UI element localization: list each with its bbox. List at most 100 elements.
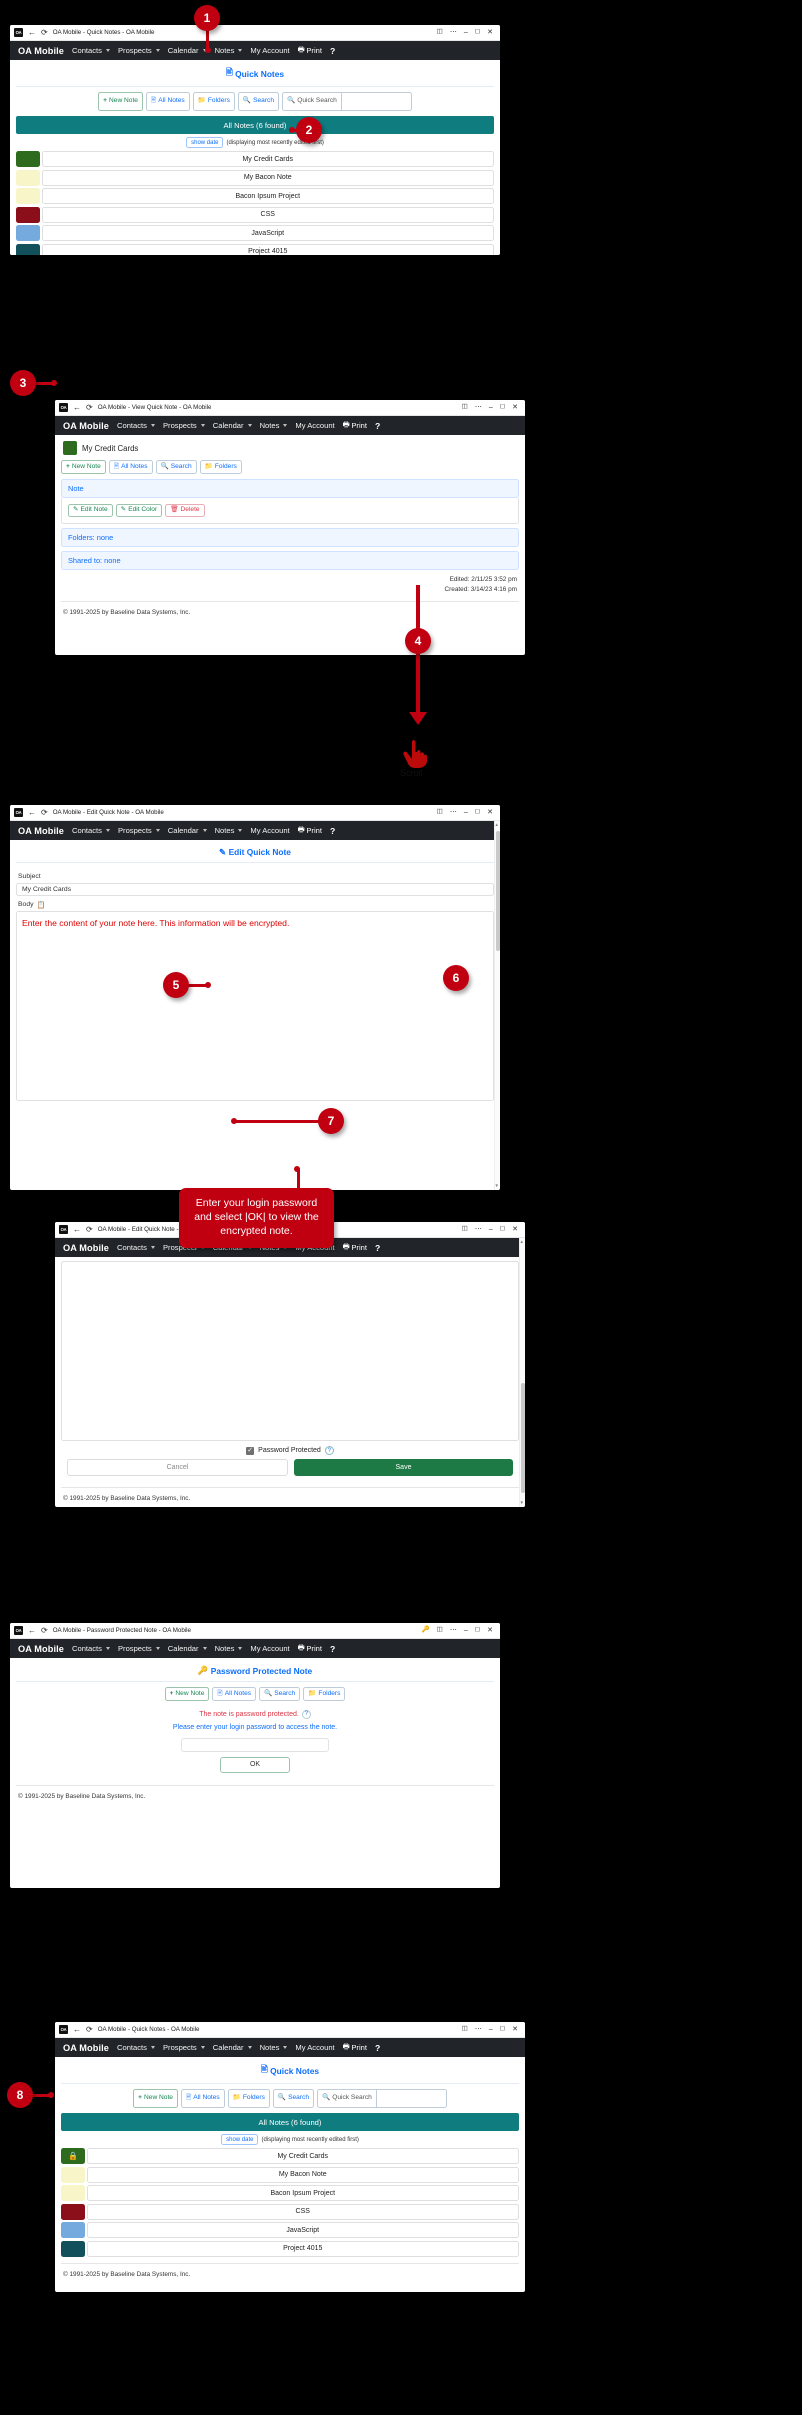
table-row[interactable]: Bacon Ipsum Project (16, 188, 494, 204)
note-title[interactable]: Bacon Ipsum Project (41, 188, 494, 204)
nav-contacts[interactable]: Contacts (72, 1644, 102, 1653)
note-title[interactable]: Project 4015 (86, 2240, 519, 2257)
chevron-down-icon[interactable] (247, 424, 252, 427)
new-note-button[interactable]: + New Note (133, 2089, 178, 2108)
chevron-down-icon[interactable] (105, 1647, 110, 1650)
table-row[interactable]: JavaScript (16, 225, 494, 241)
nav-help[interactable]: ? (330, 826, 335, 836)
new-note-button[interactable]: + New Note (61, 460, 106, 474)
scroll-up-icon[interactable]: ▲ (495, 822, 499, 828)
chevron-down-icon[interactable] (247, 2046, 252, 2049)
back-icon[interactable]: ← (73, 403, 81, 412)
body-textarea[interactable] (61, 1261, 519, 1441)
note-color-swatch[interactable] (61, 2240, 85, 2257)
close-icon[interactable]: ✕ (512, 2026, 518, 2033)
maximize-icon[interactable]: ◻ (500, 404, 505, 411)
nav-help[interactable]: ? (330, 1644, 335, 1654)
table-row[interactable]: Bacon Ipsum Project (61, 2185, 519, 2201)
chevron-down-icon[interactable] (105, 49, 110, 52)
more-options-icon[interactable]: ⋯ (475, 1226, 482, 1233)
nav-my-account[interactable]: My Account (295, 421, 334, 430)
note-color-swatch[interactable] (16, 151, 40, 167)
close-icon[interactable]: ✕ (487, 809, 493, 816)
scrollbar-thumb[interactable] (495, 831, 500, 951)
back-icon[interactable]: ← (73, 2025, 81, 2034)
edit-color-button[interactable]: ✎ Edit Color (115, 503, 163, 518)
reading-view-icon[interactable]: ◫ (437, 1627, 443, 1634)
chevron-down-icon[interactable] (202, 829, 207, 832)
quick-search-label[interactable]: 🔍 Quick Search (282, 92, 342, 111)
reading-view-icon[interactable]: ◫ (462, 1226, 468, 1233)
note-color-swatch[interactable] (16, 206, 40, 223)
chevron-down-icon[interactable] (200, 2046, 205, 2049)
subject-input[interactable]: My Credit Cards (16, 882, 494, 896)
scrollbar-vertical[interactable]: ▲ ▼ (519, 1238, 525, 1507)
nav-print[interactable]: 🖶 Print (343, 1241, 367, 1254)
nav-notes[interactable]: Notes (215, 826, 235, 835)
chevron-down-icon[interactable] (150, 1246, 155, 1249)
minimize-icon[interactable]: – (464, 1627, 468, 1634)
all-notes-button[interactable]: 🖹 All Notes (212, 1687, 257, 1701)
show-date-button[interactable]: show date (221, 2134, 259, 2145)
note-title[interactable]: CSS (41, 206, 494, 223)
note-title[interactable]: My Credit Cards (41, 151, 494, 167)
nav-print[interactable]: 🖶 Print (343, 419, 367, 432)
nav-calendar[interactable]: Calendar (168, 46, 199, 55)
chevron-down-icon[interactable] (150, 2046, 155, 2049)
search-button[interactable]: 🔍 Search (237, 92, 280, 111)
more-options-icon[interactable]: ⋯ (475, 404, 482, 411)
all-notes-button[interactable]: 🖹 All Notes (180, 2089, 225, 2108)
back-icon[interactable]: ← (28, 28, 36, 37)
chevron-down-icon[interactable] (238, 49, 243, 52)
maximize-icon[interactable]: ◻ (500, 2026, 505, 2033)
nav-help[interactable]: ? (375, 2043, 380, 2053)
minimize-icon[interactable]: – (489, 2026, 493, 2033)
chevron-down-icon[interactable] (238, 829, 243, 832)
nav-contacts[interactable]: Contacts (72, 46, 102, 55)
table-row[interactable]: 🔒 My Credit Cards (61, 2148, 519, 2164)
chevron-down-icon[interactable] (238, 1647, 243, 1650)
save-button[interactable]: Save (294, 1459, 513, 1476)
search-button[interactable]: 🔍 Search (272, 2089, 315, 2108)
note-title[interactable]: CSS (86, 2203, 519, 2220)
note-color-swatch[interactable] (61, 2166, 85, 2183)
search-button[interactable]: 🔍 Search (259, 1687, 301, 1701)
back-icon[interactable]: ← (28, 808, 36, 817)
nav-print[interactable]: 🖶 Print (298, 824, 322, 837)
delete-button[interactable]: 🗑 Delete (165, 503, 205, 518)
note-color-swatch[interactable] (16, 188, 40, 204)
close-icon[interactable]: ✕ (512, 404, 518, 411)
note-title[interactable]: JavaScript (41, 225, 494, 241)
note-title[interactable]: JavaScript (86, 2222, 519, 2238)
key-icon[interactable]: 🔑 (422, 1627, 430, 1634)
refresh-icon[interactable]: ⟳ (86, 2025, 93, 2034)
folders-button[interactable]: 📁 Folders (199, 460, 242, 474)
more-options-icon[interactable]: ⋯ (450, 809, 457, 816)
nav-my-account[interactable]: My Account (250, 46, 289, 55)
maximize-icon[interactable]: ◻ (475, 1627, 480, 1634)
minimize-icon[interactable]: – (489, 1226, 493, 1233)
minimize-icon[interactable]: – (489, 404, 493, 411)
nav-contacts[interactable]: Contacts (117, 421, 147, 430)
note-title[interactable]: My Bacon Note (41, 169, 494, 186)
scroll-down-icon[interactable]: ▼ (520, 1500, 524, 1506)
table-row[interactable]: My Bacon Note (16, 169, 494, 186)
note-color-swatch[interactable] (16, 243, 40, 255)
nav-calendar[interactable]: Calendar (213, 2043, 244, 2052)
quick-search-input[interactable] (376, 2089, 447, 2108)
nav-contacts[interactable]: Contacts (72, 826, 102, 835)
nav-help[interactable]: ? (330, 46, 335, 56)
search-button[interactable]: 🔍 Search (155, 460, 197, 474)
close-icon[interactable]: ✕ (512, 1226, 518, 1233)
more-options-icon[interactable]: ⋯ (450, 29, 457, 36)
scrollbar-thumb[interactable] (520, 1383, 525, 1493)
nav-notes[interactable]: Notes (215, 46, 235, 55)
nav-help[interactable]: ? (375, 1243, 380, 1253)
note-color-swatch[interactable] (63, 441, 77, 455)
chevron-down-icon[interactable] (155, 829, 160, 832)
reading-view-icon[interactable]: ◫ (462, 2026, 468, 2033)
folders-button[interactable]: 📁 Folders (192, 92, 235, 111)
chevron-down-icon[interactable] (105, 829, 110, 832)
nav-my-account[interactable]: My Account (295, 2043, 334, 2052)
nav-calendar[interactable]: Calendar (168, 826, 199, 835)
